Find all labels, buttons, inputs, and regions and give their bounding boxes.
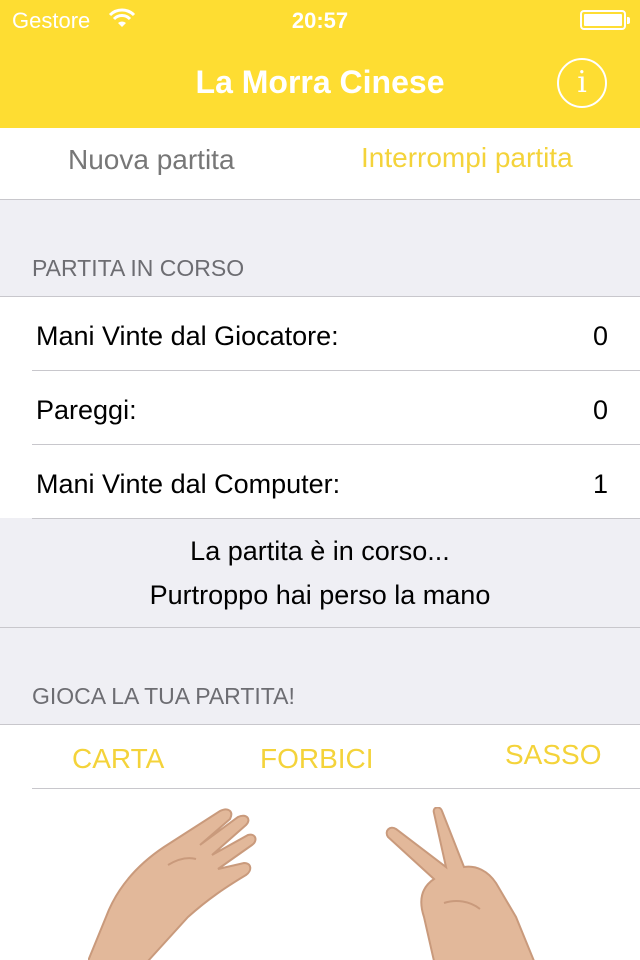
scissors-hand-icon[interactable] bbox=[384, 807, 544, 960]
table-row: Pareggi: 0 bbox=[32, 371, 640, 445]
nav-bar: Gestore 20:57 La Morra Cinese i bbox=[0, 0, 640, 128]
status-bar: Gestore 20:57 bbox=[0, 0, 640, 40]
paper-button[interactable]: CARTA bbox=[72, 743, 164, 775]
play-panel: CARTA FORBICI SASSO bbox=[0, 724, 640, 960]
rock-button[interactable]: SASSO bbox=[505, 739, 601, 771]
row-label: Mani Vinte dal Giocatore: bbox=[36, 321, 339, 351]
status-line-1: La partita è in corso... bbox=[190, 536, 450, 566]
row-value: 1 bbox=[592, 469, 608, 499]
clock: 20:57 bbox=[291, 8, 349, 33]
paper-hand-icon[interactable] bbox=[88, 805, 268, 960]
game-toolbar: Nuova partita Interrompi partita bbox=[0, 128, 640, 200]
info-icon[interactable]: i bbox=[557, 58, 607, 108]
stop-game-button[interactable]: Interrompi partita bbox=[361, 142, 573, 174]
row-label: Mani Vinte dal Computer: bbox=[36, 469, 341, 499]
table-row: Mani Vinte dal Computer: 1 bbox=[32, 445, 640, 519]
score-table: Mani Vinte dal Giocatore: 0 Pareggi: 0 M… bbox=[0, 296, 640, 519]
new-game-button[interactable]: Nuova partita bbox=[68, 144, 235, 176]
game-status-message: La partita è in corso... Purtroppo hai p… bbox=[0, 518, 640, 628]
page-title: La Morra Cinese bbox=[195, 64, 445, 100]
row-value: 0 bbox=[592, 395, 608, 425]
row-value: 0 bbox=[592, 321, 608, 351]
row-label: Pareggi: bbox=[36, 395, 137, 425]
status-line-2: Purtroppo hai perso la mano bbox=[149, 580, 491, 610]
scissors-button[interactable]: FORBICI bbox=[260, 743, 374, 775]
section-title-play: GIOCA LA TUA PARTITA! bbox=[32, 683, 295, 709]
battery-icon bbox=[580, 10, 630, 30]
table-row: Mani Vinte dal Giocatore: 0 bbox=[32, 297, 640, 371]
divider bbox=[32, 788, 640, 789]
section-title-current-game: PARTITA IN CORSO bbox=[32, 255, 245, 281]
